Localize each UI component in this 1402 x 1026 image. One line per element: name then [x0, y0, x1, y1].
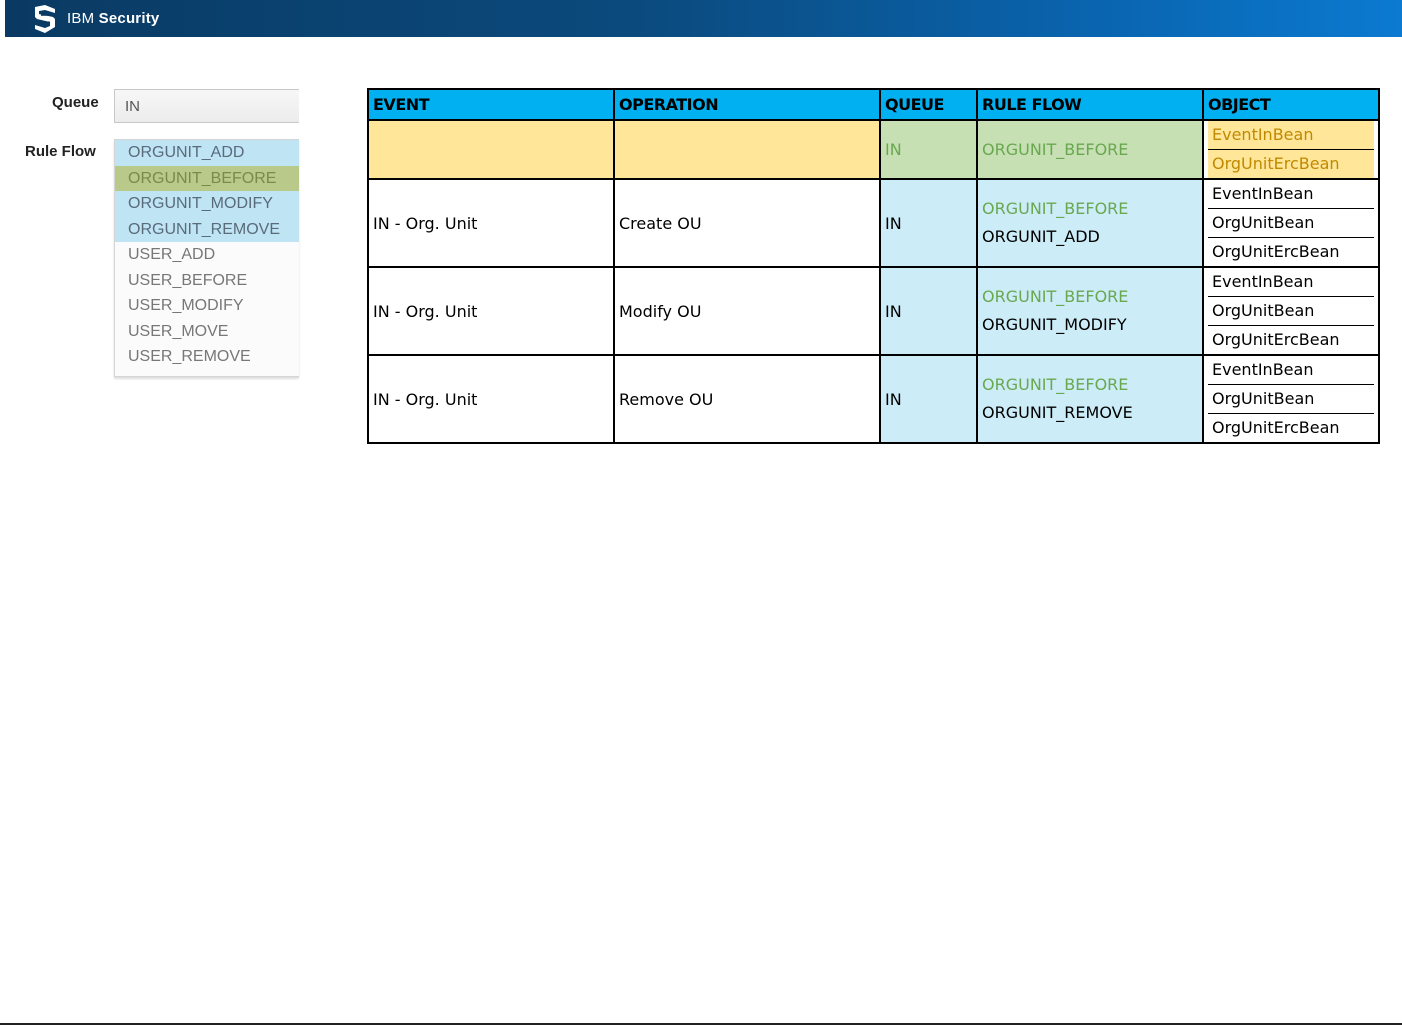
rule-flow-option[interactable]: ORGUNIT_REMOVE	[115, 216, 299, 242]
rule-flow-option[interactable]: USER_MOVE	[115, 319, 299, 345]
object-item: EventInBean	[1208, 268, 1374, 297]
table-row: IN - Org. Unit Create OU IN ORGUNIT_BEFO…	[368, 179, 1379, 268]
rule-flow-listbox[interactable]: ORGUNIT_ADD ORGUNIT_BEFORE ORGUNIT_MODIF…	[114, 139, 299, 377]
rule-flow-cell: ORGUNIT_BEFORE	[977, 120, 1204, 180]
object-cell: EventInBean OrgUnitErcBean	[1203, 120, 1379, 180]
ibm-security-shield-icon	[35, 5, 55, 33]
rule-flow-main: ORGUNIT_ADD	[982, 227, 1100, 246]
object-item: EventInBean	[1208, 180, 1374, 209]
operation-cell	[614, 120, 881, 180]
event-cell: IN - Org. Unit	[368, 179, 615, 268]
object-cell: EventInBean OrgUnitBean OrgUnitErcBean	[1203, 267, 1379, 356]
object-item: OrgUnitBean	[1208, 385, 1374, 414]
object-item: OrgUnitErcBean	[1212, 330, 1340, 349]
rule-flow-option[interactable]: USER_ADD	[115, 242, 299, 268]
header-event: EVENT	[368, 89, 615, 121]
rule-flow-label: Rule Flow	[25, 143, 96, 160]
rule-flow-option[interactable]: USER_REMOVE	[115, 344, 299, 370]
object-item: OrgUnitErcBean	[1212, 418, 1340, 437]
brand-prefix: IBM	[67, 10, 95, 27]
brand-suffix: Security	[98, 10, 160, 27]
rule-flow-cell: ORGUNIT_BEFORE ORGUNIT_ADD	[977, 179, 1204, 268]
rule-flow-main: ORGUNIT_REMOVE	[982, 403, 1133, 422]
header-operation: OPERATION	[614, 89, 881, 121]
queue-cell: IN	[880, 179, 978, 268]
rule-flow-option[interactable]: ORGUNIT_BEFORE	[115, 165, 299, 191]
object-cell: EventInBean OrgUnitBean OrgUnitErcBean	[1203, 355, 1379, 444]
rule-flow-before: ORGUNIT_BEFORE	[982, 375, 1129, 394]
operation-cell: Remove OU	[614, 355, 881, 444]
header-object: OBJECT	[1203, 89, 1379, 121]
rule-flow-option[interactable]: ORGUNIT_ADD	[115, 140, 299, 166]
table-row: IN ORGUNIT_BEFORE EventInBean OrgUnitErc…	[368, 120, 1379, 180]
queue-cell: IN	[880, 267, 978, 356]
operation-cell: Create OU	[614, 179, 881, 268]
rule-flow-before: ORGUNIT_BEFORE	[982, 199, 1129, 218]
queue-field[interactable]: IN	[114, 89, 299, 123]
rule-flow-before: ORGUNIT_BEFORE	[982, 287, 1129, 306]
object-item: EventInBean	[1208, 356, 1374, 385]
queue-cell: IN	[880, 120, 978, 180]
bottom-divider	[0, 1023, 1402, 1025]
brand-name: IBM Security	[67, 10, 159, 27]
queue-label: Queue	[52, 94, 99, 111]
table-row: IN - Org. Unit Remove OU IN ORGUNIT_BEFO…	[368, 355, 1379, 444]
object-item: OrgUnitBean	[1208, 209, 1374, 238]
operation-cell: Modify OU	[614, 267, 881, 356]
event-cell	[368, 120, 615, 180]
queue-cell: IN	[880, 355, 978, 444]
rule-flow-before: ORGUNIT_BEFORE	[982, 139, 1129, 159]
event-rule-flow-table: EVENT OPERATION QUEUE RULE FLOW OBJECT I…	[367, 88, 1380, 444]
table-row: IN - Org. Unit Modify OU IN ORGUNIT_BEFO…	[368, 267, 1379, 356]
rule-flow-cell: ORGUNIT_BEFORE ORGUNIT_REMOVE	[977, 355, 1204, 444]
event-cell: IN - Org. Unit	[368, 355, 615, 444]
rule-flow-option[interactable]: ORGUNIT_MODIFY	[115, 191, 299, 217]
object-cell: EventInBean OrgUnitBean OrgUnitErcBean	[1203, 179, 1379, 268]
object-item: EventInBean	[1208, 121, 1374, 150]
rule-flow-main: ORGUNIT_MODIFY	[982, 315, 1127, 334]
rule-flow-option[interactable]: USER_MODIFY	[115, 293, 299, 319]
header-rule-flow: RULE FLOW	[977, 89, 1204, 121]
top-banner: IBM Security	[5, 0, 1402, 37]
rule-flow-option[interactable]: USER_BEFORE	[115, 268, 299, 294]
rule-flow-cell: ORGUNIT_BEFORE ORGUNIT_MODIFY	[977, 267, 1204, 356]
object-item: OrgUnitBean	[1208, 297, 1374, 326]
table-header-row: EVENT OPERATION QUEUE RULE FLOW OBJECT	[368, 89, 1379, 121]
object-item: OrgUnitErcBean	[1212, 242, 1340, 261]
object-item: OrgUnitErcBean	[1208, 150, 1374, 178]
event-cell: IN - Org. Unit	[368, 267, 615, 356]
header-queue: QUEUE	[880, 89, 978, 121]
